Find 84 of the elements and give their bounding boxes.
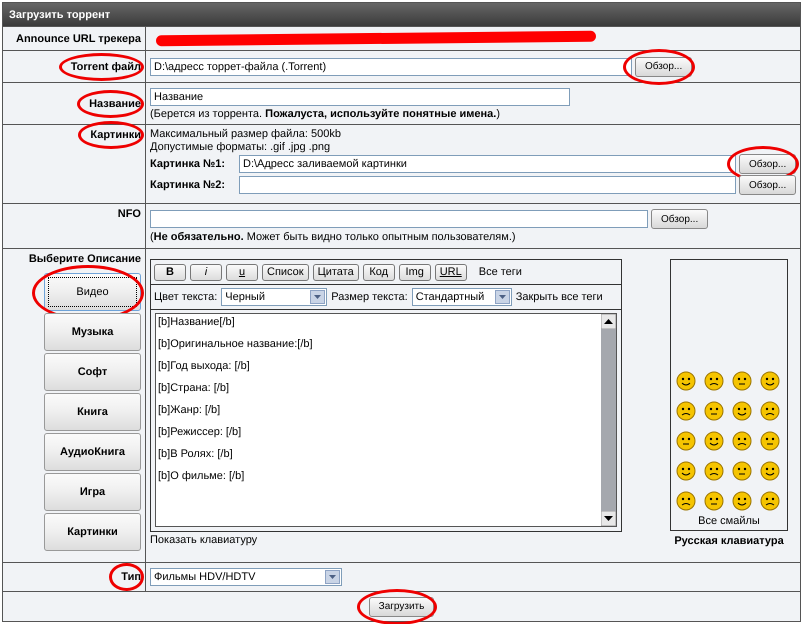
- text-line: [b]В Ролях: [/b]: [158, 448, 234, 460]
- smiley-icon[interactable]: [676, 371, 696, 391]
- smiley-icon[interactable]: [732, 431, 752, 451]
- smiley-icon[interactable]: [704, 461, 724, 481]
- show-keyboard-link[interactable]: Показать клавиатуру: [150, 534, 622, 546]
- scrollbar[interactable]: [601, 314, 616, 526]
- tag-button[interactable]: Код: [362, 264, 395, 280]
- type-select[interactable]: Фильмы HDV/HDTV: [150, 568, 342, 586]
- all-tags-link[interactable]: Все теги: [478, 266, 522, 278]
- category-button[interactable]: Музыка: [44, 313, 141, 351]
- section-label: Выберите Описание: [28, 253, 141, 265]
- smiley-icon[interactable]: [704, 371, 724, 391]
- tag-button[interactable]: B: [154, 264, 186, 280]
- text-line: [b]Жанр: [/b]: [158, 404, 222, 416]
- smiley-icon[interactable]: [732, 491, 752, 511]
- text-line: [b]Название[/b]: [158, 316, 236, 328]
- text-line: [b]Страна: [/b]: [158, 382, 230, 394]
- smiley-icon[interactable]: [732, 461, 752, 481]
- image-input-field[interactable]: D:\Адресс заливаемой картинки: [239, 155, 736, 173]
- field-label: Название: [89, 98, 141, 110]
- nfo-input-field[interactable]: [150, 210, 648, 228]
- scroll-down-icon[interactable]: [601, 511, 616, 526]
- category-button[interactable]: Картинки: [44, 513, 141, 551]
- smiley-icon[interactable]: [704, 401, 724, 421]
- tag-button[interactable]: URL: [434, 264, 467, 280]
- dropdown-caret-icon: [325, 570, 340, 584]
- color-select[interactable]: Черный: [221, 288, 328, 306]
- browse-button[interactable]: Обзор...: [635, 56, 692, 76]
- text-line: [b]О фильме: [/b]: [158, 470, 246, 482]
- category-button[interactable]: Видео: [44, 273, 141, 311]
- smiley-icon[interactable]: [760, 431, 780, 451]
- smiley-icon[interactable]: [704, 431, 724, 451]
- all-smileys-link[interactable]: Все смайлы: [698, 515, 760, 527]
- image-input-field[interactable]: [239, 176, 736, 194]
- smiley-icon[interactable]: [704, 491, 724, 511]
- category-button[interactable]: Софт: [44, 353, 141, 391]
- size-select[interactable]: Стандартный: [412, 288, 512, 306]
- smiley-icon[interactable]: [676, 431, 696, 451]
- smiley-icon[interactable]: [676, 461, 696, 481]
- smiley-icon[interactable]: [760, 371, 780, 391]
- smiley-icon[interactable]: [732, 401, 752, 421]
- smiley-icon[interactable]: [760, 461, 780, 481]
- field-label: Announce URL трекера: [16, 32, 141, 44]
- description-text-area[interactable]: [b]Название[/b] [b]Оригинальное название:[/b] [b]Год выхода: [/b] [b]Страна: [/b] [b]Жанр: [/b] [b]Режиссер: [/b] [b]В Ролях: [/b] [b]О фильме: [/b]: [155, 313, 617, 527]
- field-label: Тип: [121, 571, 141, 583]
- browse-button[interactable]: Обзор...: [651, 209, 708, 229]
- close-tags-link[interactable]: Закрыть все теги: [516, 291, 603, 303]
- smiley-icon[interactable]: [732, 371, 752, 391]
- window-title: Загрузить торрент: [3, 3, 800, 26]
- browse-button[interactable]: Обзор...: [739, 175, 796, 195]
- category-button[interactable]: Книга: [44, 393, 141, 431]
- scroll-up-icon[interactable]: [601, 314, 616, 329]
- upload-button[interactable]: Загрузить: [368, 596, 434, 616]
- hint-text: (Не обязательно. Может быть видно только опытным пользователям.): [150, 231, 517, 243]
- file-input-field[interactable]: D:\адресс торрет-файла (.Torrent): [150, 58, 632, 76]
- text-line: [b]Оригинальное название:[/b]: [158, 338, 314, 350]
- image-label: Картинка №1:: [150, 158, 226, 170]
- field-label: NFO: [118, 208, 141, 220]
- tag-button[interactable]: i: [190, 264, 222, 280]
- dropdown-caret-icon: [494, 290, 510, 304]
- image-label: Картинка №2:: [150, 179, 226, 191]
- tag-button[interactable]: Список: [262, 264, 309, 280]
- text-line: [b]Год выхода: [/b]: [158, 360, 251, 372]
- smiley-icon[interactable]: [760, 401, 780, 421]
- tag-button[interactable]: Img: [398, 264, 431, 280]
- category-button[interactable]: Игра: [44, 473, 141, 511]
- name-input-field[interactable]: Название: [150, 88, 570, 106]
- smiley-icon[interactable]: [676, 401, 696, 421]
- dropdown-caret-icon: [310, 290, 326, 304]
- russian-keyboard-link[interactable]: Русская клавиатура: [674, 535, 784, 547]
- tag-button[interactable]: u: [226, 264, 258, 280]
- smiley-icon[interactable]: [676, 491, 696, 511]
- field-label: Картинки: [90, 129, 141, 141]
- browse-button[interactable]: Обзор...: [739, 154, 796, 174]
- category-button[interactable]: АудиоКнига: [44, 433, 141, 471]
- text-line: [b]Режиссер: [/b]: [158, 426, 242, 438]
- tag-button[interactable]: Цитата: [312, 264, 359, 280]
- hint-text: (Берется из торрента. Пожалуста, используйте понятные имена.): [150, 108, 501, 120]
- smiley-icon[interactable]: [760, 491, 780, 511]
- note-text: Максимальный размер файла: 500kb: [150, 128, 342, 140]
- field-label: Torrent файл: [70, 60, 141, 72]
- color-label: Цвет текста:: [154, 291, 218, 303]
- size-label: Размер текста:: [331, 291, 408, 303]
- note-text: Допустимые форматы: .gif .jpg .png: [150, 141, 332, 153]
